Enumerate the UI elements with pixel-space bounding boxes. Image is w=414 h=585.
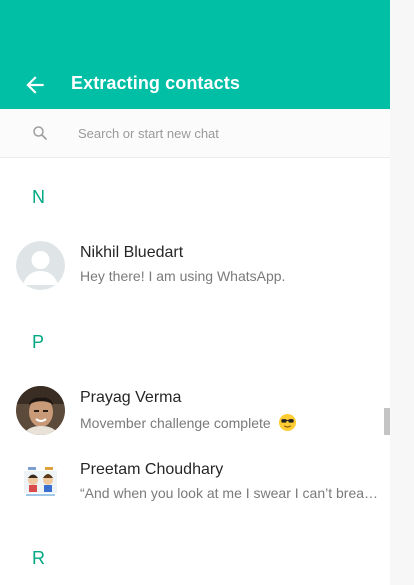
back-button[interactable] xyxy=(22,72,48,98)
search-bar xyxy=(0,109,390,158)
contacts-panel: Extracting contacts N Nikhil Bluedart He… xyxy=(0,0,390,585)
arrow-left-icon xyxy=(26,76,44,94)
contact-name: Prayag Verma xyxy=(80,389,182,406)
search-input[interactable] xyxy=(78,123,368,143)
header-title: Extracting contacts xyxy=(71,73,240,93)
contact-name: Preetam Choudhary xyxy=(80,461,224,478)
photo-avatar xyxy=(16,386,65,435)
contact-status: “And when you look at me I swear I can’t… xyxy=(80,485,380,501)
contact-status: Hey there! I am using WhatsApp. xyxy=(80,268,286,284)
contact-status: Movember challenge complete xyxy=(80,413,380,432)
background-area xyxy=(390,0,414,585)
default-avatar xyxy=(16,241,65,290)
section-letter-r: R xyxy=(32,548,45,568)
contact-name: Nikhil Bluedart xyxy=(80,244,184,261)
search-icon xyxy=(31,124,49,142)
contact-status-text: Movember challenge complete xyxy=(80,415,271,431)
app-header: Extracting contacts xyxy=(0,0,390,109)
section-letter-n: N xyxy=(32,187,45,207)
section-letter-p: P xyxy=(32,332,45,352)
sunglasses-emoji-icon xyxy=(278,413,297,432)
contact-preetam-choudhary[interactable]: Preetam Choudhary “And when you look at … xyxy=(0,447,385,519)
contact-prayag-verma[interactable]: Prayag Verma Movember challenge complete xyxy=(0,375,385,447)
contact-nikhil-bluedart[interactable]: Nikhil Bluedart Hey there! I am using Wh… xyxy=(0,230,385,302)
cartoon-avatar xyxy=(16,458,65,507)
